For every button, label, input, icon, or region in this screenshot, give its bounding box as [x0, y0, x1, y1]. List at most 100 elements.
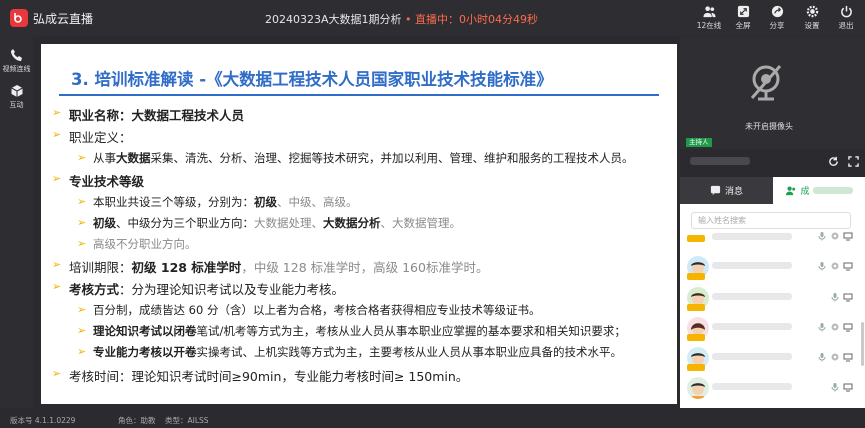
role-tag	[687, 273, 705, 280]
screen-icon	[843, 323, 853, 332]
slide-line: 初级、中级分为三个职业方向：大数据处理、大数据分析、大数据管理。	[93, 216, 461, 230]
settings-icon	[831, 353, 839, 361]
slide-line: 专业技术等级	[69, 174, 145, 189]
list-item[interactable]	[684, 375, 859, 403]
tab-messages[interactable]: 消息	[680, 177, 773, 204]
video-toolbar	[680, 149, 865, 175]
slide-line: 培训期限：初级 128 标准学时，中级 128 标准学时，高级 160标准学时。	[69, 260, 489, 275]
members-count-blur	[812, 187, 853, 194]
slide-line: 从事大数据采集、清洗、分析、治理、挖掘等技术研究，并加以利用、管理、维护和服务的…	[93, 151, 634, 165]
slide-line: 职业定义：	[69, 130, 132, 145]
expand-icon[interactable]	[848, 156, 859, 167]
member-name	[712, 262, 792, 269]
bullet-arrow: ➢	[77, 151, 87, 164]
exit-button[interactable]: 退出	[831, 5, 861, 33]
screen-icon	[843, 353, 853, 362]
list-item[interactable]	[684, 285, 859, 313]
share-button[interactable]: 分享	[762, 5, 792, 33]
exit-label: 退出	[838, 21, 854, 30]
slide-line: 考核方式：分为理论知识考试以及专业能力考核。	[69, 282, 345, 297]
refresh-icon[interactable]	[828, 156, 839, 167]
avatar	[687, 377, 709, 399]
tab-members[interactable]: 成	[773, 177, 865, 204]
users-icon	[702, 6, 716, 18]
app-logo-icon	[10, 9, 28, 27]
bullet-arrow: ➢	[52, 258, 62, 271]
app-title: 弘成云直播	[33, 12, 94, 26]
mic-icon	[831, 293, 839, 302]
mic-icon	[818, 232, 826, 241]
tab-members-label: 成	[800, 187, 810, 197]
settings-icon	[831, 323, 839, 331]
cube-icon	[10, 85, 23, 97]
settings-icon	[831, 262, 839, 270]
bullet-arrow: ➢	[52, 172, 62, 185]
fullscreen-icon	[737, 5, 749, 18]
mic-icon	[818, 323, 826, 332]
bullet-arrow: ➢	[52, 280, 62, 293]
video-call-label: 视频连线	[2, 65, 31, 73]
settings-icon	[831, 232, 839, 240]
gear-icon	[806, 5, 818, 18]
fullscreen-button[interactable]: 全屏	[728, 5, 758, 33]
member-name	[712, 353, 792, 360]
slide-line: 考核时间：理论知识考试时间≥90min，专业能力考核时间≥ 150min。	[69, 369, 469, 384]
phone-icon	[10, 49, 22, 61]
bullet-arrow: ➢	[77, 303, 87, 316]
live-status: • 直播中：0小时04分49秒	[405, 13, 538, 26]
member-name	[712, 293, 792, 300]
presentation-slide: 3. 培训标准解读 -《大数据工程技术人员国家职业技术技能标准》 ➢ 职业名称：…	[41, 44, 677, 404]
list-item[interactable]	[684, 315, 859, 343]
interaction-button[interactable]: 互动	[0, 84, 33, 110]
bullet-arrow: ➢	[77, 324, 87, 337]
member-name	[712, 323, 792, 330]
fullscreen-label: 全屏	[735, 21, 751, 30]
status-bar: 版本号 4.1.1.0229 角色：助教 类型：AILSS	[0, 408, 865, 428]
mic-icon	[818, 262, 826, 271]
slide-line: 百分制，成绩皆达 60 分（含）以上者为合格，考核合格者获得相应专业技术等级证书…	[93, 303, 541, 317]
member-name	[712, 383, 792, 390]
slide-line: 高级不分职业方向。	[93, 237, 197, 251]
member-list-scrollbar[interactable]	[861, 322, 864, 366]
slide-line: 职业名称：大数据工程技术人员	[69, 108, 245, 123]
list-item[interactable]	[684, 254, 859, 282]
bullet-arrow: ➢	[77, 195, 87, 208]
camera-off-icon	[750, 65, 782, 101]
role-tag	[687, 304, 705, 311]
slide-line: 理论知识考试以闭卷笔试/机考等方式为主，考核从业人员从事本职业应掌握的基本要求和…	[93, 324, 626, 338]
list-item[interactable]	[684, 229, 859, 245]
mic-icon	[818, 353, 826, 362]
screen-icon	[843, 293, 853, 302]
type-text: 类型：AILSS	[165, 416, 209, 425]
bullet-arrow: ➢	[52, 367, 62, 380]
list-item[interactable]	[684, 345, 859, 373]
screen-icon	[843, 232, 853, 241]
share-icon	[771, 5, 783, 18]
title-bar: 弘成云直播 20240323A大数据1期分析 • 直播中：0小时04分49秒 1…	[0, 0, 865, 36]
slide-line: 专业能力考核以开卷实操考试、上机实践等方式为主，主要考核从业人员从事本职业应具备…	[93, 345, 622, 359]
session-title: 20240323A大数据1期分析	[265, 13, 402, 26]
version-text: 版本号 4.1.1.0229	[10, 416, 76, 425]
bullet-arrow: ➢	[52, 106, 62, 119]
slide-title: 3. 培训标准解读 -《大数据工程技术人员国家职业技术技能标准》	[71, 70, 553, 89]
member-search-input[interactable]: 输入姓名搜索	[691, 212, 851, 229]
settings-button[interactable]: 设置	[797, 5, 827, 33]
role-tag	[687, 334, 705, 341]
screen-icon	[843, 383, 853, 392]
settings-label: 设置	[804, 21, 820, 30]
camera-status: 未开启摄像头	[745, 122, 793, 131]
screen-icon	[843, 262, 853, 271]
role-tag	[687, 364, 705, 371]
chat-icon	[710, 185, 721, 196]
bullet-arrow: ➢	[77, 216, 87, 229]
share-label: 分享	[769, 21, 785, 30]
members-icon	[786, 186, 796, 196]
exit-icon	[840, 5, 852, 18]
interaction-label: 互动	[9, 101, 24, 109]
panel-tabs: 消息 成	[680, 177, 865, 204]
slide-line: 本职业共设三个等级，分别为：初级、中级、高级。	[93, 195, 358, 209]
bullet-arrow: ➢	[77, 237, 87, 250]
left-sidebar: 视频连线 互动	[0, 36, 33, 408]
video-call-button[interactable]: 视频连线	[0, 48, 33, 74]
online-users-button[interactable]: 12在线	[694, 5, 724, 33]
